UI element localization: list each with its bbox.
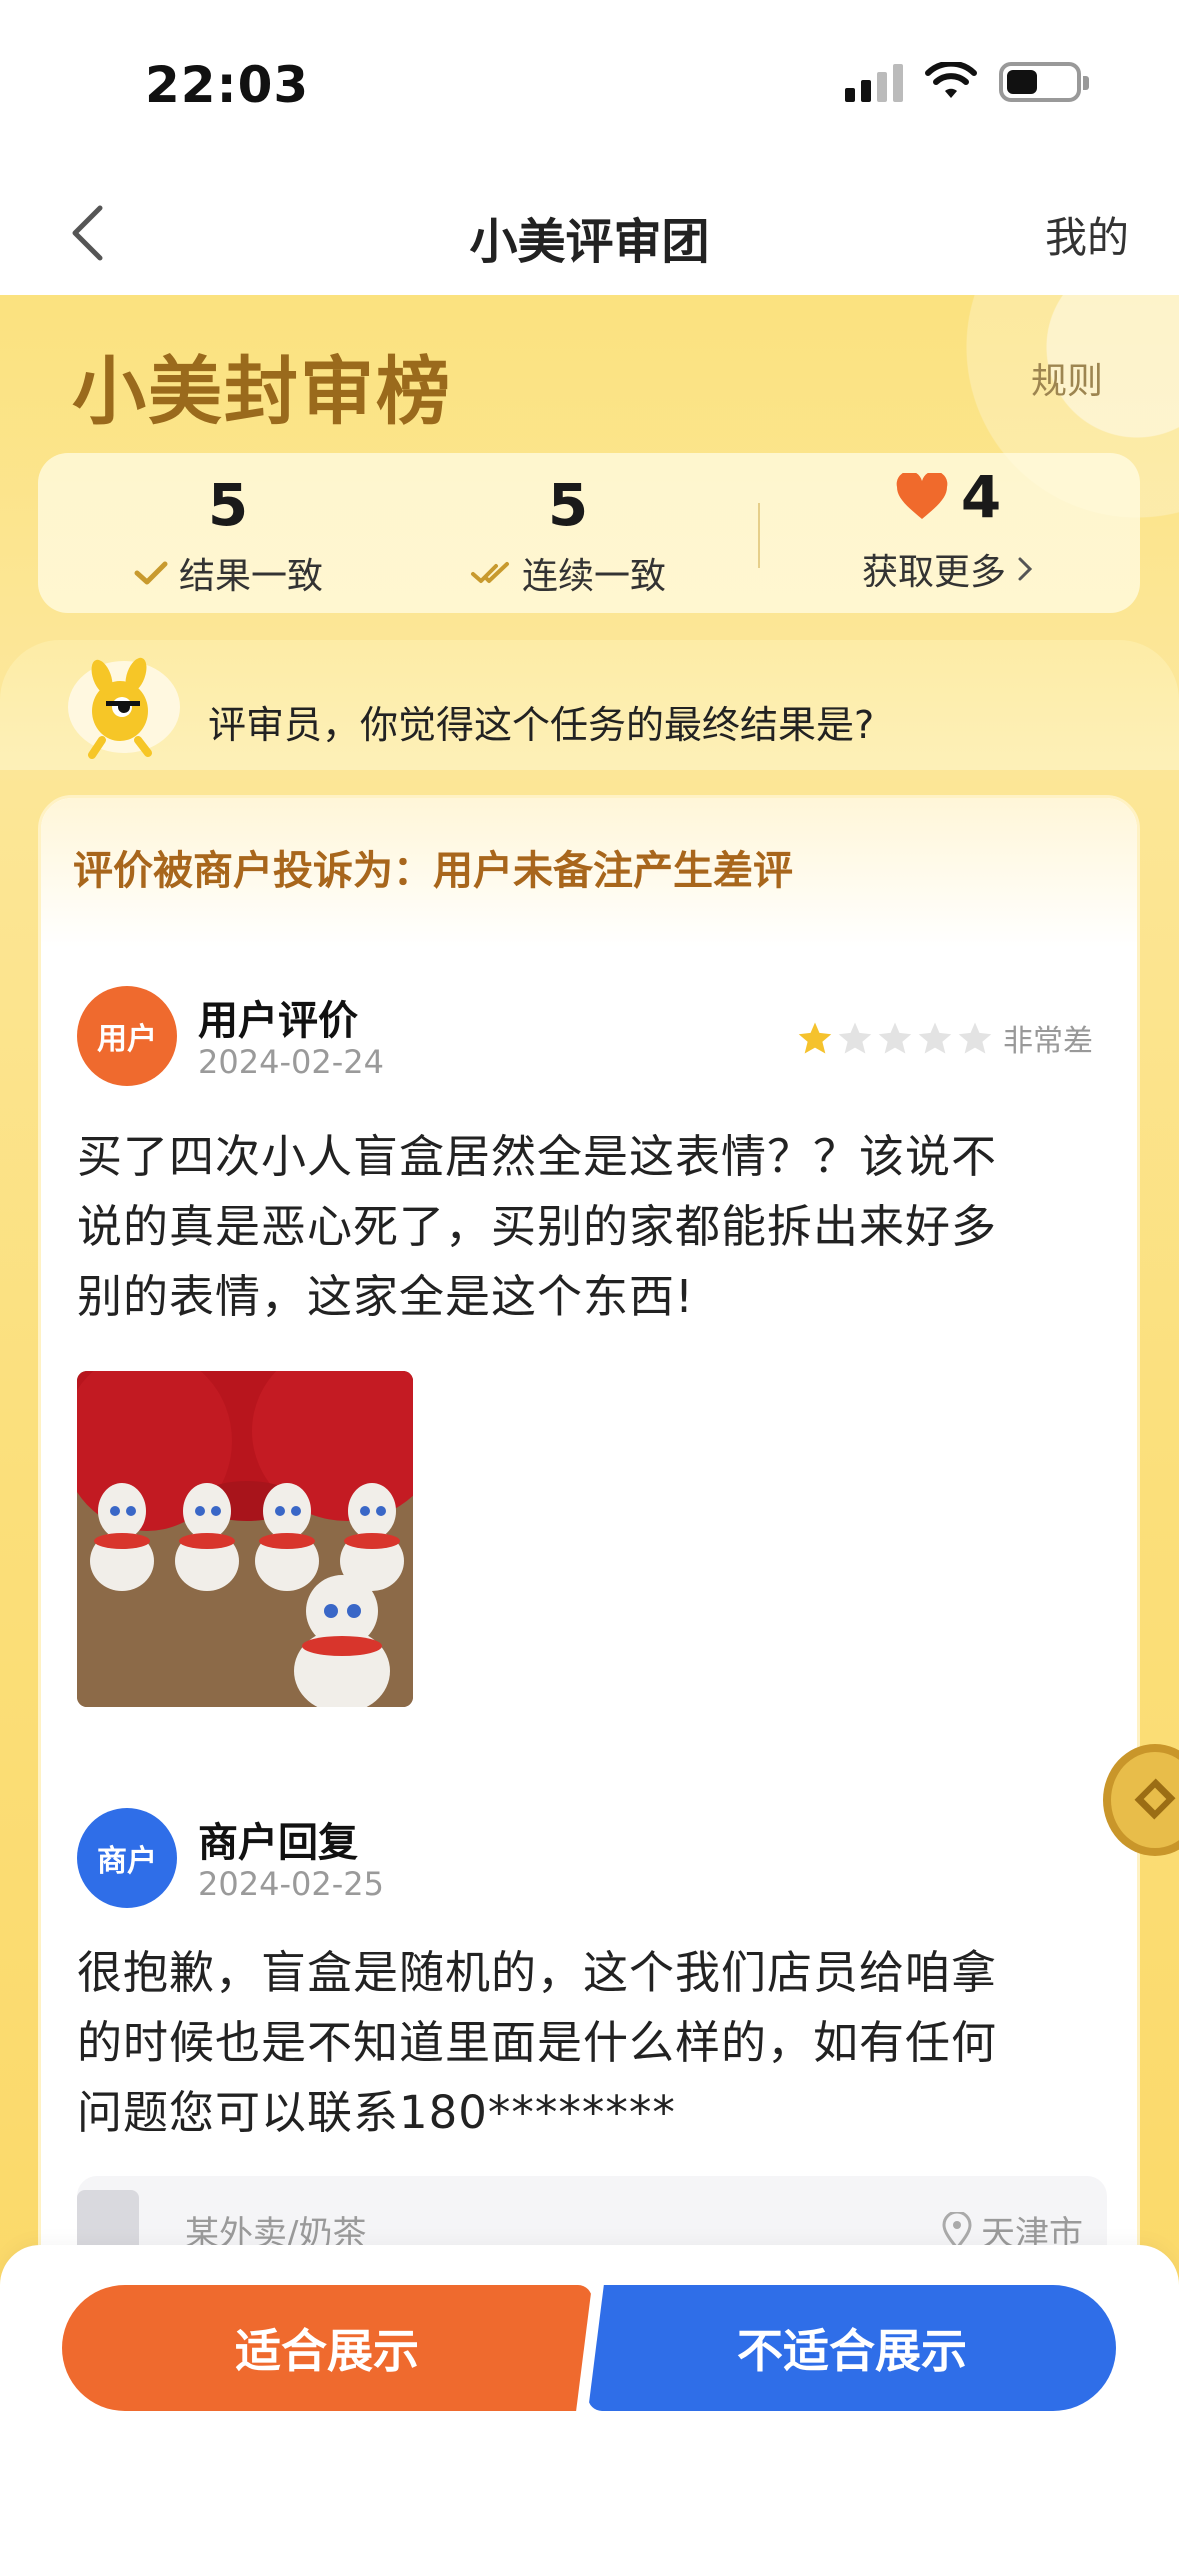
status-time: 22:03 xyxy=(145,56,310,114)
status-bar: 22:03 xyxy=(0,0,1179,170)
stat-label: 连续一致 xyxy=(521,556,666,597)
user-avatar: 用户 xyxy=(77,986,177,1086)
cellular-signal-icon xyxy=(845,62,903,102)
reply-line: 很抱歉，盲盒是随机的，这个我们店员给咱拿 xyxy=(77,1946,998,1999)
unsuitable-button[interactable]: 不适合展示 xyxy=(588,2285,1116,2411)
status-icons xyxy=(845,62,1089,102)
stats-divider xyxy=(758,503,760,568)
card-header: 评价被商户投诉为：用户未备注产生差评 xyxy=(41,798,1137,948)
heart-icon xyxy=(896,473,948,519)
review-photo[interactable] xyxy=(77,1371,413,1707)
review-line: 别的表情，这家全是这个东西! xyxy=(77,1270,695,1323)
question-text: 评审员，你觉得这个任务的最终结果是? xyxy=(208,703,875,747)
complaint-reason: 评价被商户投诉为：用户未备注产生差评 xyxy=(73,848,793,894)
location-pin-icon xyxy=(942,2211,972,2250)
merchant-reply-text: 很抱歉，盲盒是随机的，这个我们店员给咱拿 的时候也是不知道里面是什么样的，如有任… xyxy=(77,1938,997,2148)
wifi-icon xyxy=(925,62,977,98)
star-filled-icon xyxy=(798,1022,832,1054)
stats-card: 5 结果一致 5 连续一致 4 获取更多 xyxy=(38,453,1140,613)
stat-value: 4 xyxy=(960,463,1002,531)
stat-value: 5 xyxy=(207,471,249,539)
battery-icon xyxy=(999,62,1089,102)
suitable-button[interactable]: 适合展示 xyxy=(62,2285,592,2411)
stat-result-consistent: 5 结果一致 xyxy=(108,473,348,599)
rating-text: 非常差 xyxy=(1003,1024,1093,1059)
mine-link[interactable]: 我的 xyxy=(1045,204,1129,265)
star-empty-icon xyxy=(838,1022,872,1054)
reply-line: 的时候也是不知道里面是什么样的，如有任何 xyxy=(77,2016,998,2069)
hero-title: 小美封审榜 xyxy=(72,349,452,435)
check-icon xyxy=(134,561,168,585)
get-more-link[interactable]: 获取更多 xyxy=(862,543,1006,595)
reply-line: 问题您可以联系180******** xyxy=(77,2086,676,2139)
page-title: 小美评审团 xyxy=(469,214,710,270)
user-review-date: 2024-02-24 xyxy=(198,1043,384,1081)
double-check-icon xyxy=(470,562,509,583)
merchant-reply-title: 商户回复 xyxy=(198,1820,358,1866)
user-review-title: 用户评价 xyxy=(198,998,358,1044)
rules-link[interactable]: 规则 xyxy=(1031,352,1103,404)
merchant-reply-date: 2024-02-25 xyxy=(198,1865,384,1903)
stat-value: 5 xyxy=(547,471,589,539)
user-review-text: 买了四次小人盲盒居然全是这表情？？该说不 说的真是恶心死了，买别的家都能拆出来好… xyxy=(77,1122,997,1332)
coin-reward-icon[interactable] xyxy=(1093,1740,1179,1860)
review-card: 评价被商户投诉为：用户未备注产生差评 用户 用户评价 2024-02-24 非常… xyxy=(38,795,1140,2295)
review-line: 说的真是恶心死了，买别的家都能拆出来好多 xyxy=(77,1200,998,1253)
star-empty-icon xyxy=(918,1022,952,1054)
mascot-icon xyxy=(68,657,180,759)
merchant-avatar: 商户 xyxy=(77,1808,177,1908)
review-line: 买了四次小人盲盒居然全是这表情？？该说不 xyxy=(77,1130,998,1183)
navigation-bar: 小美评审团 我的 xyxy=(0,170,1179,295)
bottom-action-bar: 适合展示 不适合展示 xyxy=(0,2245,1179,2556)
stat-streak-consistent: 5 连续一致 xyxy=(448,473,688,599)
chevron-right-icon xyxy=(1018,557,1033,581)
rating-stars: 非常差 xyxy=(797,1016,1093,1060)
star-empty-icon xyxy=(958,1022,992,1054)
stat-hearts[interactable]: 4 获取更多 xyxy=(818,465,1078,595)
stat-label: 结果一致 xyxy=(178,556,323,597)
star-empty-icon xyxy=(878,1022,912,1054)
